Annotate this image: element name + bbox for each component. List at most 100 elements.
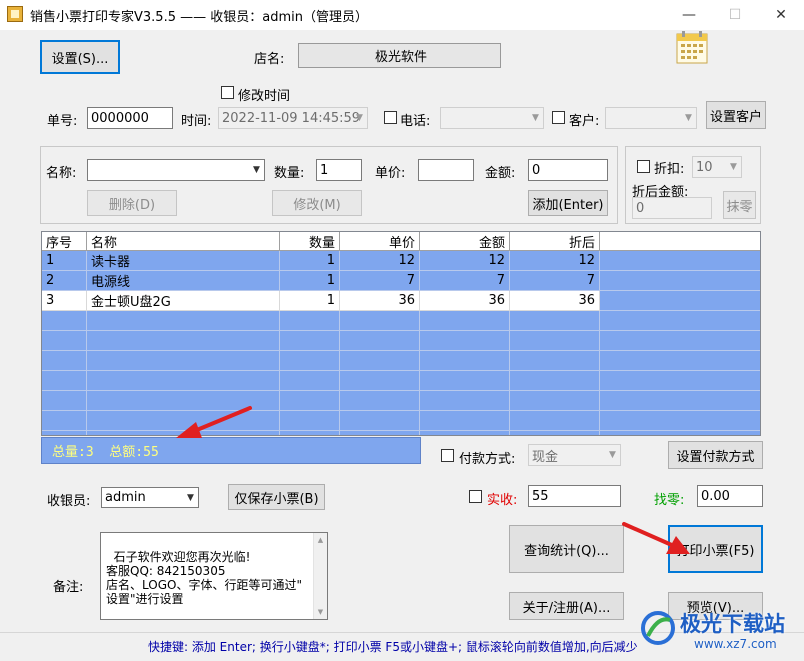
table-row-empty [42, 431, 760, 435]
save-receipt-only-button[interactable]: 仅保存小票(B) [228, 484, 325, 510]
cashier-label: 收银员: [47, 494, 91, 509]
table-row-empty [42, 411, 760, 431]
close-icon: ✕ [775, 7, 787, 23]
maximize-button: ☐ [712, 0, 758, 30]
settings-button[interactable]: 设置(S)... [40, 40, 120, 74]
minimize-button[interactable]: — [666, 0, 712, 30]
time-value: 2022-11-09 14:45:59 [222, 110, 361, 126]
notes-text: 石子软件欢迎您再次光临! 客服QQ: 842150305 店名、LOGO、字体、… [106, 550, 302, 606]
modify-time-label: 修改时间 [238, 89, 291, 104]
table-header: 序号 名称 数量 单价 金额 折后 [42, 232, 760, 251]
window-title: 销售小票打印专家V3.5.5 —— 收银员：admin（管理员） [30, 10, 368, 25]
chevron-down-icon: ▼ [532, 113, 539, 123]
table-cell-empty [600, 251, 760, 271]
modify-time-checkbox[interactable] [221, 86, 234, 99]
phone-checkbox[interactable] [384, 111, 397, 124]
scroll-up-icon[interactable]: ▲ [314, 533, 327, 547]
column-header[interactable]: 折后 [510, 232, 600, 251]
amount-input[interactable]: 0 [528, 159, 608, 181]
time-label: 时间: [181, 114, 212, 129]
set-customer-button[interactable]: 设置客户 [706, 101, 766, 129]
table-row[interactable]: 3 金士顿U盘2G 1 36 36 36 [42, 291, 760, 311]
round-off-button[interactable]: 抹零 [723, 191, 756, 219]
table-cell: 3 [42, 291, 87, 311]
chevron-down-icon: ▼ [730, 162, 737, 172]
item-name-combobox[interactable]: ▼ [87, 159, 265, 181]
chevron-down-icon[interactable]: ▼ [248, 160, 264, 180]
column-header[interactable]: 单价 [340, 232, 420, 251]
table-cell: 读卡器 [87, 251, 280, 271]
table-row-empty [42, 391, 760, 411]
discount-value: 10 [696, 159, 713, 175]
delete-button[interactable]: 删除(D) [87, 190, 177, 216]
table-cell: 电源线 [87, 271, 280, 291]
scroll-down-icon[interactable]: ▼ [314, 605, 327, 619]
table-cell: 2 [42, 271, 87, 291]
table-cell: 36 [420, 291, 510, 311]
watermark-url: www.xz7.com [694, 637, 777, 651]
watermark: 极光下载站 www.xz7.com [640, 606, 804, 658]
table-cell: 12 [420, 251, 510, 271]
modify-button[interactable]: 修改(M) [272, 190, 362, 216]
table-row-empty [42, 311, 760, 331]
column-header-empty [600, 232, 760, 250]
notes-label: 备注: [53, 580, 84, 595]
add-item-button[interactable]: 添加(Enter) [528, 190, 608, 216]
table-cell: 12 [340, 251, 420, 271]
about-register-button[interactable]: 关于/注册(A)... [509, 592, 624, 620]
cashier-value: admin [105, 490, 146, 505]
notes-textarea[interactable]: 石子软件欢迎您再次光临! 客服QQ: 842150305 店名、LOGO、字体、… [100, 532, 328, 620]
chevron-down-icon: ▼ [685, 113, 692, 123]
phone-label: 电话: [400, 114, 431, 129]
column-header[interactable]: 名称 [87, 232, 280, 251]
unit-price-input[interactable] [418, 159, 474, 181]
discount-checkbox[interactable] [637, 160, 650, 173]
table-cell: 36 [510, 291, 600, 311]
payment-method-select: 现金 ▼ [528, 444, 621, 466]
received-input[interactable]: 55 [528, 485, 621, 507]
items-table[interactable]: 序号 名称 数量 单价 金额 折后 1 读卡器 1 12 12 12 2 电源线… [41, 231, 761, 436]
annotation-arrow-icon [176, 406, 252, 438]
table-row[interactable]: 1 读卡器 1 12 12 12 [42, 251, 760, 271]
customer-checkbox[interactable] [552, 111, 565, 124]
change-input[interactable]: 0.00 [697, 485, 763, 507]
table-cell: 7 [510, 271, 600, 291]
column-header[interactable]: 金额 [420, 232, 510, 251]
change-label: 找零: [654, 493, 685, 508]
table-row[interactable]: 2 电源线 1 7 7 7 [42, 271, 760, 291]
shop-name-field: 极光软件 [298, 43, 501, 68]
app-icon [7, 6, 23, 22]
notes-scrollbar[interactable]: ▲ ▼ [313, 533, 327, 619]
table-cell: 1 [280, 251, 340, 271]
close-button[interactable]: ✕ [758, 0, 804, 30]
minimize-icon: — [682, 7, 696, 23]
table-cell: 36 [340, 291, 420, 311]
cashier-select[interactable]: admin ▼ [101, 487, 199, 508]
table-cell-empty [600, 271, 760, 291]
table-row-empty [42, 371, 760, 391]
received-label: 实收: [487, 493, 518, 508]
table-cell-empty [600, 291, 760, 311]
phone-select: ▼ [440, 107, 544, 129]
chevron-down-icon[interactable]: ▼ [182, 488, 198, 507]
query-statistics-button[interactable]: 查询统计(Q)... [509, 525, 624, 573]
chevron-down-icon: ▼ [609, 450, 616, 460]
set-payment-method-button[interactable]: 设置付款方式 [668, 441, 763, 469]
chevron-down-icon: ▼ [356, 113, 363, 123]
payment-method-value: 现金 [532, 449, 559, 465]
table-cell: 1 [280, 271, 340, 291]
column-header[interactable]: 序号 [42, 232, 87, 251]
table-cell: 12 [510, 251, 600, 271]
discount-label: 折扣: [654, 162, 685, 177]
quantity-input[interactable]: 1 [316, 159, 362, 181]
calendar-icon[interactable] [676, 30, 708, 64]
amount-label: 金额: [485, 166, 516, 181]
quantity-label: 数量: [274, 166, 305, 181]
received-checkbox[interactable] [469, 490, 482, 503]
table-cell: 1 [280, 291, 340, 311]
payment-method-checkbox[interactable] [441, 449, 454, 462]
table-cell: 7 [340, 271, 420, 291]
column-header[interactable]: 数量 [280, 232, 340, 251]
payment-method-label: 付款方式: [459, 452, 516, 467]
order-number-input[interactable]: 0000000 [87, 107, 173, 129]
